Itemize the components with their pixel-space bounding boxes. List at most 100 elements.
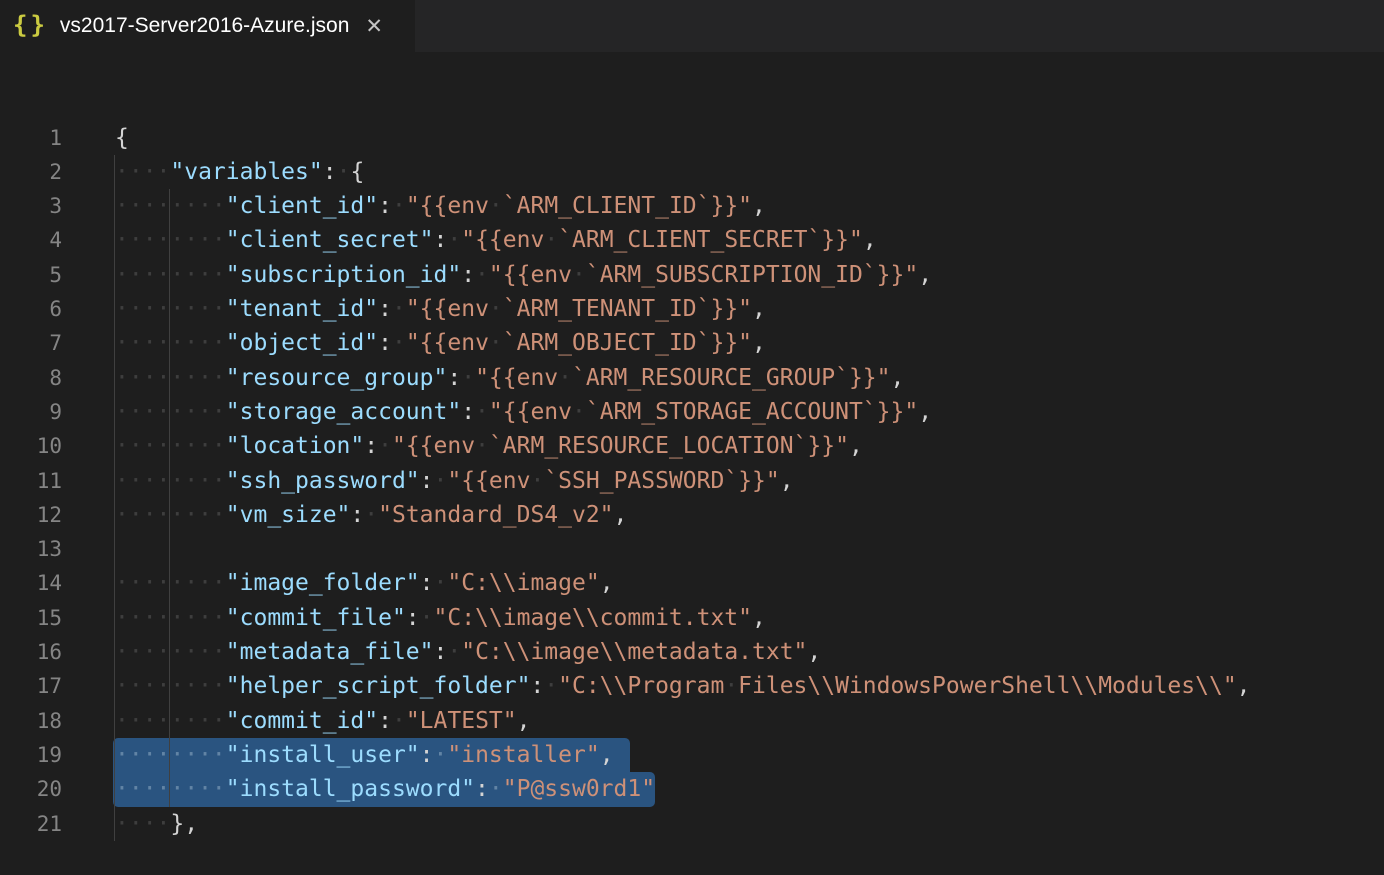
- code-line[interactable]: 14 ········"image_folder":·"C:\\image",: [0, 566, 1384, 600]
- json-string-value: `ARM_RESOURCE_LOCATION`}}": [489, 433, 849, 459]
- code-line-content[interactable]: ········"metadata_file":·"C:\\image\\met…: [115, 635, 821, 669]
- code-line[interactable]: 7 ········"object_id":·"{{env·`ARM_OBJECT…: [0, 326, 1384, 360]
- json-punctuation: ,: [752, 330, 766, 356]
- json-string-value: "Standard_DS4_v2": [378, 502, 613, 528]
- json-punctuation: :: [447, 365, 461, 391]
- json-string-value: "C:\\image\\commit.txt": [434, 605, 753, 631]
- code-line[interactable]: 17 ········"helper_script_folder":·"C:\\P…: [0, 669, 1384, 703]
- code-line-content[interactable]: ········"tenant_id":·"{{env·`ARM_TENANT_…: [115, 292, 766, 326]
- code-line-content[interactable]: ····"variables":·{: [115, 155, 364, 189]
- code-line-content[interactable]: {: [115, 121, 129, 155]
- code-line-content[interactable]: ········"object_id":·"{{env·`ARM_OBJECT_…: [115, 326, 766, 360]
- line-number[interactable]: 4: [0, 223, 62, 257]
- code-line[interactable]: 18 ········"commit_id":·"LATEST",: [0, 704, 1384, 738]
- line-number[interactable]: 3: [0, 189, 62, 223]
- line-number[interactable]: 9: [0, 395, 62, 429]
- close-tab-icon[interactable]: ✕: [365, 14, 383, 38]
- whitespace-dots: ········: [115, 330, 226, 356]
- json-string-value: "{{env: [489, 262, 572, 288]
- json-punctuation: {: [350, 159, 364, 185]
- indent-guide: [114, 361, 115, 395]
- json-punctuation: :: [461, 262, 475, 288]
- json-punctuation: :: [434, 639, 448, 665]
- line-number[interactable]: 17: [0, 669, 62, 703]
- line-number[interactable]: 7: [0, 326, 62, 360]
- indent-guide: [169, 223, 170, 257]
- line-number[interactable]: 8: [0, 361, 62, 395]
- code-line[interactable]: 21 ····},: [0, 807, 1384, 841]
- code-line[interactable]: 1{: [0, 121, 1384, 155]
- json-string-value: "LATEST": [406, 708, 517, 734]
- code-line-content[interactable]: ········"subscription_id":·"{{env·`ARM_S…: [115, 258, 932, 292]
- json-string-value: "{{env: [475, 365, 558, 391]
- code-line[interactable]: 16 ········"metadata_file":·"C:\\image\\m…: [0, 635, 1384, 669]
- code-line-content[interactable]: ········"image_folder":·"C:\\image",: [115, 566, 614, 600]
- code-line[interactable]: 12 ········"vm_size":·"Standard_DS4_v2",: [0, 498, 1384, 532]
- line-number[interactable]: 20: [0, 772, 62, 806]
- code-line[interactable]: 5 ········"subscription_id":·"{{env·`ARM_…: [0, 258, 1384, 292]
- code-line-content[interactable]: ····},: [115, 807, 198, 841]
- code-line[interactable]: 20 ········"install_password":·"P@ssw0rd1…: [0, 772, 1384, 806]
- json-punctuation: :: [461, 399, 475, 425]
- line-number[interactable]: 1: [0, 121, 62, 155]
- code-line[interactable]: 19 ········"install_user":·"installer",: [0, 738, 1384, 772]
- json-string-value: "{{env: [406, 330, 489, 356]
- code-line-content[interactable]: ········"install_password":·"P@ssw0rd1": [115, 772, 655, 806]
- code-line-content[interactable]: ········"client_secret":·"{{env·`ARM_CLI…: [115, 223, 877, 257]
- line-number[interactable]: 6: [0, 292, 62, 326]
- code-line-content[interactable]: ········"helper_script_folder":·"C:\\Pro…: [115, 669, 1251, 703]
- code-line-content[interactable]: ········"commit_id":·"LATEST",: [115, 704, 530, 738]
- indent-guide: [114, 258, 115, 292]
- line-number[interactable]: 13: [0, 532, 62, 566]
- whitespace-dots: ·: [392, 296, 406, 322]
- line-number[interactable]: 11: [0, 464, 62, 498]
- code-line[interactable]: 15 ········"commit_file":·"C:\\image\\com…: [0, 601, 1384, 635]
- code-line-content[interactable]: ········"vm_size":·"Standard_DS4_v2",: [115, 498, 627, 532]
- code-line[interactable]: 2 ····"variables":·{: [0, 155, 1384, 189]
- line-number[interactable]: 16: [0, 635, 62, 669]
- line-number[interactable]: 12: [0, 498, 62, 532]
- json-key: "client_secret": [226, 227, 434, 253]
- code-line[interactable]: 4 ········"client_secret":·"{{env·`ARM_CL…: [0, 223, 1384, 257]
- json-string-value: `SSH_PASSWORD`}}": [544, 468, 779, 494]
- json-punctuation: :: [530, 673, 544, 699]
- indent-guide: [169, 258, 170, 292]
- whitespace-dots: ········: [115, 433, 226, 459]
- json-punctuation: },: [170, 811, 198, 837]
- line-number[interactable]: 18: [0, 704, 62, 738]
- json-punctuation: ,: [752, 193, 766, 219]
- json-string-value: "{{env: [461, 227, 544, 253]
- code-line[interactable]: 3 ········"client_id":·"{{env·`ARM_CLIENT…: [0, 189, 1384, 223]
- code-line[interactable]: 13: [0, 532, 1384, 566]
- tab-vs2017-server2016-azure-json[interactable]: {} vs2017-Server2016-Azure.json ✕: [0, 0, 415, 52]
- code-line-content[interactable]: ········"install_user":·"installer",: [115, 738, 630, 772]
- line-number[interactable]: 5: [0, 258, 62, 292]
- json-string-value: `ARM_TENANT_ID`}}": [503, 296, 752, 322]
- code-line[interactable]: 10 ········"location":·"{{env·`ARM_RESOUR…: [0, 429, 1384, 463]
- whitespace-dots: ········: [115, 605, 226, 631]
- line-number[interactable]: 15: [0, 601, 62, 635]
- json-punctuation: ,: [752, 605, 766, 631]
- json-punctuation: ,: [863, 227, 877, 253]
- line-number[interactable]: 21: [0, 807, 62, 841]
- code-line-content[interactable]: ········"ssh_password":·"{{env·`SSH_PASS…: [115, 464, 794, 498]
- whitespace-dots: ·: [572, 399, 586, 425]
- json-punctuation: :: [364, 433, 378, 459]
- code-line-content[interactable]: ········"client_id":·"{{env·`ARM_CLIENT_…: [115, 189, 766, 223]
- code-line[interactable]: 9········"storage_account":·"{{env·`ARM_…: [0, 395, 1384, 429]
- line-number[interactable]: 19: [0, 738, 62, 772]
- code-line-content[interactable]: ········"storage_account":·"{{env·`ARM_S…: [115, 395, 932, 429]
- json-punctuation: :: [378, 296, 392, 322]
- line-number[interactable]: 2: [0, 155, 62, 189]
- indent-guide: [114, 704, 115, 738]
- code-line-content[interactable]: ········"commit_file":·"C:\\image\\commi…: [115, 601, 766, 635]
- code-line[interactable]: 6 ········"tenant_id":·"{{env·`ARM_TENANT…: [0, 292, 1384, 326]
- whitespace-dots: ·: [378, 433, 392, 459]
- code-line[interactable]: 11 ········"ssh_password":·"{{env·`SSH_PA…: [0, 464, 1384, 498]
- code-line[interactable]: 8 ········"resource_group":·"{{env·`ARM_R…: [0, 361, 1384, 395]
- json-string-value: "{{env: [489, 399, 572, 425]
- code-line-content[interactable]: ········"location":·"{{env·`ARM_RESOURCE…: [115, 429, 863, 463]
- line-number[interactable]: 10: [0, 429, 62, 463]
- code-line-content[interactable]: ········"resource_group":·"{{env·`ARM_RE…: [115, 361, 904, 395]
- line-number[interactable]: 14: [0, 566, 62, 600]
